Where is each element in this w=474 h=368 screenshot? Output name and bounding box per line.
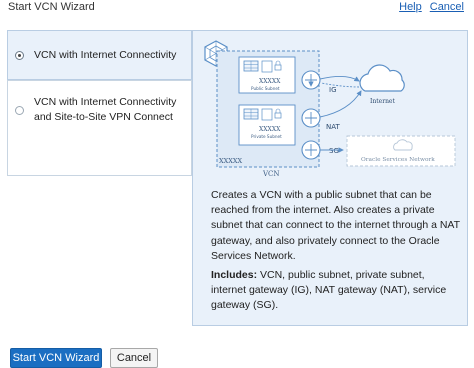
vcn-diagram: XXXXX VCN XXXXX Public Subnet XXXXX Priv… [204,40,456,178]
cancel-link[interactable]: Cancel [430,1,464,13]
router-icon [301,108,321,128]
security-list-icon [261,108,273,121]
vcn-cidr: XXXXX [219,157,243,165]
nat-label: NAT [326,123,340,131]
private-subnet-cidr: XXXXX [259,126,281,133]
dialog-title: Start VCN Wizard [8,1,95,13]
option-detail-panel: XXXXX VCN XXXXX Public Subnet XXXXX Priv… [192,30,468,326]
help-link[interactable]: Help [399,1,422,13]
dialog-footer: Start VCN Wizard Cancel [0,344,474,368]
router-icon [301,70,321,89]
oracle-services-label: Oracle Services Network [361,157,435,163]
radio-site-to-site-vpn[interactable] [15,106,24,115]
option-description: Creates a VCN with a public subnet that … [211,189,460,262]
private-subnet-label: Private Subnet [251,134,282,139]
vcn-label: VCN [262,170,280,178]
option-site-to-site-vpn[interactable]: VCN with Internet Connectivity and Site-… [7,80,192,176]
option-label: VCN with Internet Connectivity and Site-… [34,96,177,123]
internet-label: Internet [370,98,395,105]
router-icon [301,140,321,160]
radio-internet-connectivity[interactable] [15,51,24,60]
dialog-header: Start VCN Wizard Help Cancel [0,0,474,18]
cloud-icon [359,64,405,92]
cancel-button[interactable]: Cancel [110,348,158,368]
ig-label: IG [329,86,337,94]
security-list-icon [261,60,273,73]
start-vcn-wizard-button[interactable]: Start VCN Wizard [10,348,102,368]
includes-heading: Includes: [211,269,258,281]
sg-label: SG [329,147,339,155]
header-links: Help Cancel [391,1,464,13]
includes-text: Includes: VCN, public subnet, private su… [211,268,461,314]
option-internet-connectivity[interactable]: VCN with Internet Connectivity [7,30,192,80]
option-label: VCN with Internet Connectivity [34,49,177,61]
public-subnet-cidr: XXXXX [259,78,281,85]
public-subnet-label: Public Subnet [251,86,280,91]
